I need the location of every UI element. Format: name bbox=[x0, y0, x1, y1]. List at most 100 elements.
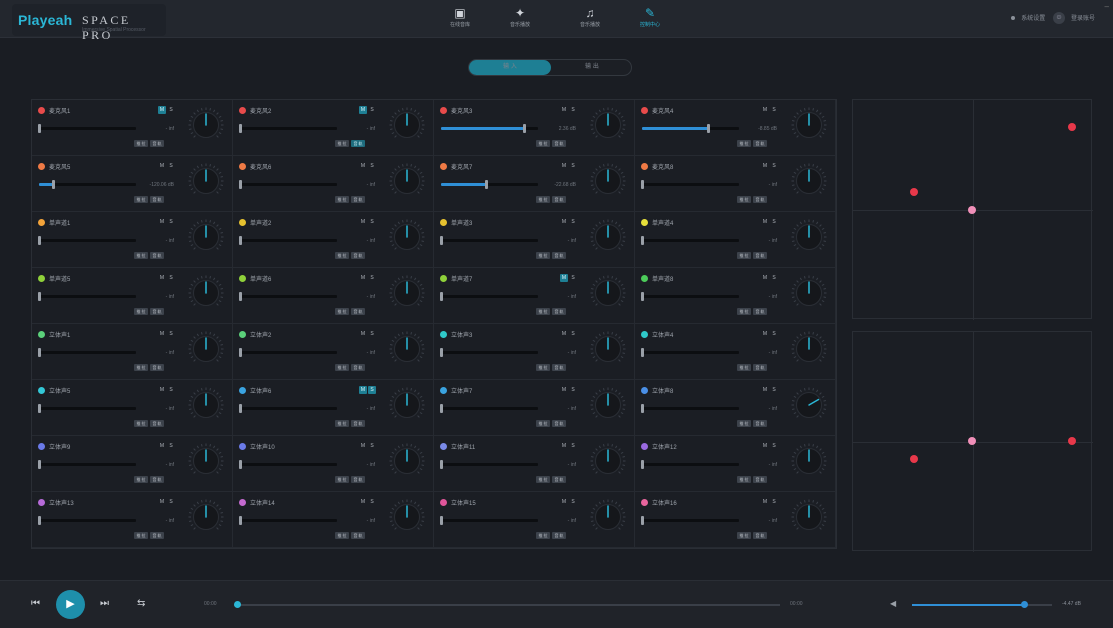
push-pull-button[interactable]: 推 拉 bbox=[536, 308, 550, 315]
push-pull-button[interactable]: 推 拉 bbox=[536, 476, 550, 483]
pan-point-center[interactable] bbox=[968, 437, 976, 445]
fader-thumb[interactable] bbox=[706, 124, 710, 133]
mute-button[interactable]: M bbox=[158, 330, 166, 338]
fader-thumb[interactable] bbox=[440, 348, 443, 357]
pan-knob[interactable] bbox=[791, 499, 827, 535]
tab-output[interactable]: 输 出 bbox=[551, 60, 633, 75]
mute-button[interactable]: M bbox=[761, 274, 769, 282]
mute-button[interactable]: M bbox=[560, 330, 568, 338]
track-button[interactable]: 音 轨 bbox=[351, 420, 365, 427]
pan-knob[interactable] bbox=[791, 219, 827, 255]
pan-knob[interactable] bbox=[188, 163, 224, 199]
mute-button[interactable]: M bbox=[560, 386, 568, 394]
pan-knob[interactable] bbox=[791, 275, 827, 311]
pan-knob[interactable] bbox=[791, 387, 827, 423]
pan-knob[interactable] bbox=[590, 219, 626, 255]
settings-link[interactable]: 系统设置 bbox=[1021, 16, 1045, 22]
pan-knob[interactable] bbox=[188, 219, 224, 255]
track-button[interactable]: 音 轨 bbox=[351, 140, 365, 147]
track-button[interactable]: 音 轨 bbox=[150, 140, 164, 147]
minimize-button[interactable]: – bbox=[1105, 2, 1109, 11]
push-pull-button[interactable]: 推 拉 bbox=[335, 196, 349, 203]
fader-thumb[interactable] bbox=[641, 180, 644, 189]
fader-thumb[interactable] bbox=[641, 404, 644, 413]
seek-thumb[interactable] bbox=[234, 601, 241, 608]
mute-button[interactable]: M bbox=[158, 106, 166, 114]
track-button[interactable]: 音 轨 bbox=[753, 140, 767, 147]
volume-slider[interactable] bbox=[912, 601, 1052, 608]
track-button[interactable]: 音 轨 bbox=[753, 476, 767, 483]
mute-button[interactable]: M bbox=[158, 442, 166, 450]
push-pull-button[interactable]: 推 拉 bbox=[134, 308, 148, 315]
fader-thumb[interactable] bbox=[38, 348, 41, 357]
solo-button[interactable]: S bbox=[167, 498, 175, 506]
mute-button[interactable]: M bbox=[158, 162, 166, 170]
channel-fader[interactable] bbox=[441, 180, 538, 189]
channel-fader[interactable] bbox=[239, 404, 337, 413]
fader-thumb[interactable] bbox=[239, 292, 242, 301]
pan-knob[interactable] bbox=[389, 219, 425, 255]
fader-thumb[interactable] bbox=[38, 460, 41, 469]
mute-button[interactable]: M bbox=[761, 162, 769, 170]
fader-thumb[interactable] bbox=[523, 124, 527, 133]
channel-fader[interactable] bbox=[239, 124, 337, 133]
pan-knob[interactable] bbox=[590, 275, 626, 311]
pan-knob[interactable] bbox=[389, 499, 425, 535]
channel-fader[interactable] bbox=[239, 180, 337, 189]
channel-fader[interactable] bbox=[440, 236, 538, 245]
solo-button[interactable]: S bbox=[569, 442, 577, 450]
solo-button[interactable]: S bbox=[167, 386, 175, 394]
channel-fader[interactable] bbox=[239, 236, 337, 245]
mute-button[interactable]: M bbox=[560, 162, 568, 170]
mute-button[interactable]: M bbox=[359, 386, 367, 394]
push-pull-button[interactable]: 推 拉 bbox=[134, 252, 148, 259]
push-pull-button[interactable]: 推 拉 bbox=[134, 476, 148, 483]
fader-thumb[interactable] bbox=[641, 460, 644, 469]
nav-control-center[interactable]: ✎ 控制中心 bbox=[630, 3, 670, 35]
push-pull-button[interactable]: 推 拉 bbox=[134, 420, 148, 427]
solo-button[interactable]: S bbox=[167, 274, 175, 282]
track-button[interactable]: 音 轨 bbox=[150, 252, 164, 259]
solo-button[interactable]: S bbox=[167, 218, 175, 226]
push-pull-button[interactable]: 推 拉 bbox=[335, 476, 349, 483]
mute-button[interactable]: M bbox=[761, 442, 769, 450]
pan-knob[interactable] bbox=[590, 163, 626, 199]
fader-thumb[interactable] bbox=[38, 236, 41, 245]
track-button[interactable]: 音 轨 bbox=[150, 196, 164, 203]
fader-thumb[interactable] bbox=[239, 348, 242, 357]
fader-thumb[interactable] bbox=[641, 292, 644, 301]
solo-button[interactable]: S bbox=[569, 218, 577, 226]
track-button[interactable]: 音 轨 bbox=[351, 532, 365, 539]
tab-input[interactable]: 输 入 bbox=[469, 60, 551, 75]
mute-button[interactable]: M bbox=[761, 386, 769, 394]
mute-button[interactable]: M bbox=[158, 386, 166, 394]
channel-fader[interactable] bbox=[641, 516, 739, 525]
fader-thumb[interactable] bbox=[440, 516, 443, 525]
solo-button[interactable]: S bbox=[770, 498, 778, 506]
pan-knob[interactable] bbox=[791, 163, 827, 199]
pan-knob[interactable] bbox=[389, 331, 425, 367]
pan-point[interactable] bbox=[1068, 437, 1076, 445]
pan-panel-bottom[interactable] bbox=[852, 331, 1093, 552]
track-button[interactable]: 音 轨 bbox=[351, 252, 365, 259]
push-pull-button[interactable]: 推 拉 bbox=[536, 532, 550, 539]
channel-fader[interactable] bbox=[239, 516, 337, 525]
solo-button[interactable]: S bbox=[167, 162, 175, 170]
channel-fader[interactable] bbox=[641, 180, 739, 189]
fader-thumb[interactable] bbox=[641, 236, 644, 245]
loop-button[interactable]: ⇆ bbox=[137, 598, 145, 609]
push-pull-button[interactable]: 推 拉 bbox=[737, 140, 751, 147]
fader-thumb[interactable] bbox=[38, 124, 41, 133]
fader-thumb[interactable] bbox=[239, 236, 242, 245]
track-button[interactable]: 音 轨 bbox=[552, 196, 566, 203]
track-button[interactable]: 音 轨 bbox=[351, 308, 365, 315]
solo-button[interactable]: S bbox=[569, 106, 577, 114]
track-button[interactable]: 音 轨 bbox=[753, 532, 767, 539]
solo-button[interactable]: S bbox=[368, 106, 376, 114]
pan-knob[interactable] bbox=[590, 499, 626, 535]
solo-button[interactable]: S bbox=[770, 274, 778, 282]
channel-fader[interactable] bbox=[38, 124, 136, 133]
mute-button[interactable]: M bbox=[359, 442, 367, 450]
track-button[interactable]: 音 轨 bbox=[552, 476, 566, 483]
track-button[interactable]: 音 轨 bbox=[150, 420, 164, 427]
